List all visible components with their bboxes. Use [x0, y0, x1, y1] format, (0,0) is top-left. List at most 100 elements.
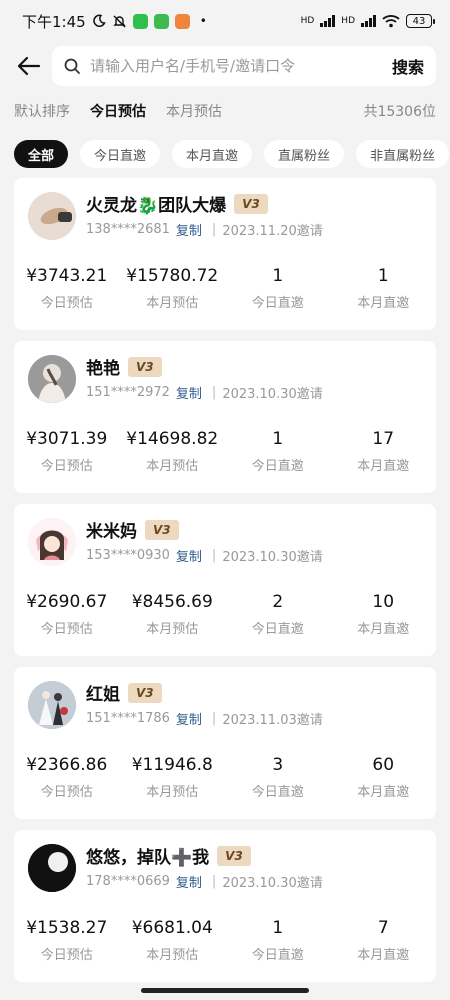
chip-indirect-fans[interactable]: 非直属粉丝	[356, 140, 450, 168]
network-hd-label-2: HD	[341, 16, 355, 26]
level-badge: V3	[234, 193, 268, 214]
user-card[interactable]: 悠悠，掉队➕我 V3 178****0669 复制 | 2023.10.30邀请…	[14, 830, 436, 982]
level-badge: V3	[145, 519, 179, 540]
divider: |	[211, 548, 217, 563]
today-direct-value: 1	[272, 429, 284, 449]
stats-row: ¥2366.86 今日预估 ¥11946.8 本月预估 3 今日直邀 60 本月直邀	[14, 753, 436, 800]
divider: |	[211, 222, 217, 237]
divider: |	[211, 385, 217, 400]
network-hd-label-1: HD	[300, 16, 315, 26]
search-input[interactable]	[90, 57, 374, 75]
month-estimate-label: 本月预估	[146, 785, 199, 800]
today-direct-label: 今日直邀	[251, 459, 304, 474]
copy-button[interactable]: 复制	[176, 383, 202, 402]
avatar	[28, 681, 76, 729]
tab-month-estimate[interactable]: 本月预估	[166, 101, 222, 121]
user-card[interactable]: 火灵龙🐉团队大爆 V3 138****2681 复制 | 2023.11.20邀…	[14, 178, 436, 330]
month-estimate-value: ¥14698.82	[126, 429, 219, 449]
user-name: 艳艳	[86, 359, 120, 379]
month-direct-label: 本月直邀	[357, 785, 410, 800]
user-card[interactable]: 艳艳 V3 151****2972 复制 | 2023.10.30邀请 ¥307…	[14, 341, 436, 493]
shopping-app-icon	[174, 13, 190, 29]
mute-bell-icon	[112, 14, 127, 29]
today-estimate-value: ¥1538.27	[26, 918, 108, 938]
status-bar: 下午1:45 • HD HD 43	[0, 0, 450, 42]
home-indicator[interactable]	[141, 988, 309, 993]
month-direct-value: 10	[372, 592, 395, 612]
signal-icon-1	[320, 15, 336, 27]
copy-button[interactable]: 复制	[176, 220, 202, 239]
back-button[interactable]	[14, 51, 44, 81]
today-estimate-label: 今日预估	[40, 459, 93, 474]
user-phone: 138****2681	[86, 222, 170, 237]
sort-tabs: 默认排序 今日预估 本月预估 共15306位	[0, 98, 450, 124]
wifi-icon	[382, 14, 400, 28]
user-phone: 178****0669	[86, 874, 170, 889]
level-badge: V3	[128, 356, 162, 377]
today-direct-label: 今日直邀	[251, 296, 304, 311]
search-icon	[64, 58, 80, 74]
today-estimate-label: 今日预估	[40, 785, 93, 800]
month-estimate-value: ¥11946.8	[131, 755, 213, 775]
month-estimate-value: ¥15780.72	[126, 266, 219, 286]
month-direct-value: 1	[377, 266, 389, 286]
moon-icon	[92, 14, 106, 28]
signal-icon-2	[361, 15, 376, 27]
stats-row: ¥3743.21 今日预估 ¥15780.72 本月预估 1 今日直邀 1 本月直邀	[14, 264, 436, 311]
invite-date: 2023.10.30邀请	[222, 550, 323, 565]
month-direct-value: 60	[372, 755, 395, 775]
month-estimate-value: ¥8456.69	[131, 592, 213, 612]
copy-button[interactable]: 复制	[176, 709, 202, 728]
hand-photo-avatar-icon	[28, 192, 76, 240]
month-estimate-value: ¥6681.04	[131, 918, 213, 938]
today-direct-value: 1	[272, 918, 284, 938]
silhouette-avatar-icon	[28, 844, 76, 892]
today-direct-label: 今日直邀	[251, 785, 304, 800]
today-direct-value: 1	[272, 266, 284, 286]
today-estimate-value: ¥3743.21	[26, 266, 108, 286]
user-phone: 151****2972	[86, 385, 170, 400]
tab-today-estimate[interactable]: 今日预估	[90, 101, 146, 121]
avatar	[28, 844, 76, 892]
more-dot-icon: •	[199, 14, 207, 28]
today-direct-label: 今日直邀	[251, 622, 304, 637]
tab-default-sort[interactable]: 默认排序	[14, 101, 70, 121]
level-badge: V3	[217, 845, 251, 866]
month-direct-label: 本月直邀	[357, 296, 410, 311]
user-list: 火灵龙🐉团队大爆 V3 138****2681 复制 | 2023.11.20邀…	[14, 178, 436, 993]
today-estimate-label: 今日预估	[40, 622, 93, 637]
copy-button[interactable]: 复制	[176, 872, 202, 891]
month-direct-label: 本月直邀	[357, 948, 410, 963]
user-name: 米米妈	[86, 522, 137, 542]
avatar	[28, 518, 76, 566]
today-direct-value: 2	[272, 592, 284, 612]
battery-icon: 43	[406, 14, 435, 28]
invite-date: 2023.11.03邀请	[222, 713, 323, 728]
search-box[interactable]: 搜索	[52, 46, 436, 86]
month-estimate-label: 本月预估	[146, 948, 199, 963]
avatar	[28, 192, 76, 240]
user-card[interactable]: 米米妈 V3 153****0930 复制 | 2023.10.30邀请 ¥26…	[14, 504, 436, 656]
wechat-app-icon	[132, 13, 148, 29]
invite-date: 2023.10.30邀请	[222, 387, 323, 402]
invite-date: 2023.10.30邀请	[222, 876, 323, 891]
chip-all[interactable]: 全部	[14, 140, 69, 168]
user-name: 火灵龙🐉团队大爆	[86, 196, 227, 216]
chip-today-direct[interactable]: 今日直邀	[80, 140, 161, 168]
level-badge: V3	[128, 682, 162, 703]
today-estimate-value: ¥2366.86	[26, 755, 108, 775]
user-phone: 153****0930	[86, 548, 170, 563]
user-name: 红姐	[86, 685, 120, 705]
divider: |	[211, 874, 217, 889]
month-estimate-label: 本月预估	[146, 459, 199, 474]
month-direct-label: 本月直邀	[357, 622, 410, 637]
chip-month-direct[interactable]: 本月直邀	[172, 140, 253, 168]
user-card[interactable]: 红姐 V3 151****1786 复制 | 2023.11.03邀请 ¥236…	[14, 667, 436, 819]
chip-direct-fans[interactable]: 直属粉丝	[264, 140, 345, 168]
cartoon-girl-avatar-icon	[28, 518, 76, 566]
today-direct-label: 今日直邀	[251, 948, 304, 963]
avatar	[28, 355, 76, 403]
copy-button[interactable]: 复制	[176, 546, 202, 565]
search-button[interactable]: 搜索	[392, 54, 424, 78]
today-estimate-value: ¥3071.39	[26, 429, 108, 449]
